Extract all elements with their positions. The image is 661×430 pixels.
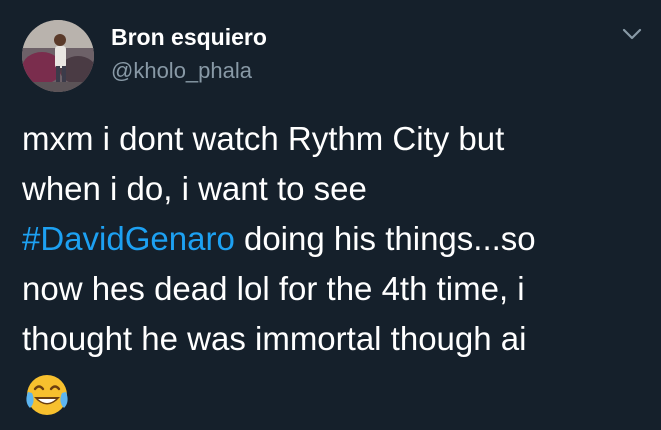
- user-handle[interactable]: @kholo_phala: [111, 58, 252, 84]
- tweet-line: #DavidGenaro doing his things...so: [22, 214, 657, 264]
- avatar-photo: [22, 20, 94, 92]
- avatar[interactable]: [22, 20, 94, 92]
- tweet-line: mxm i dont watch Rythm City but: [22, 120, 505, 157]
- tweet-line: now hes dead lol for the 4th time, i: [22, 270, 525, 307]
- tweet-text: mxm i dont watch Rythm City but when i d…: [22, 114, 657, 364]
- tweet-line: when i do, i want to see: [22, 170, 367, 207]
- tweet-card: Bron esquiero @kholo_phala mxm i dont wa…: [0, 0, 661, 430]
- tweet-line-text: doing his things...so: [234, 220, 536, 257]
- chevron-down-icon[interactable]: [621, 26, 643, 42]
- face-with-tears-of-joy-icon: [24, 372, 70, 418]
- hashtag-link[interactable]: #DavidGenaro: [22, 220, 235, 257]
- tweet-line: thought he was immortal though ai: [22, 320, 527, 357]
- display-name[interactable]: Bron esquiero: [111, 24, 267, 51]
